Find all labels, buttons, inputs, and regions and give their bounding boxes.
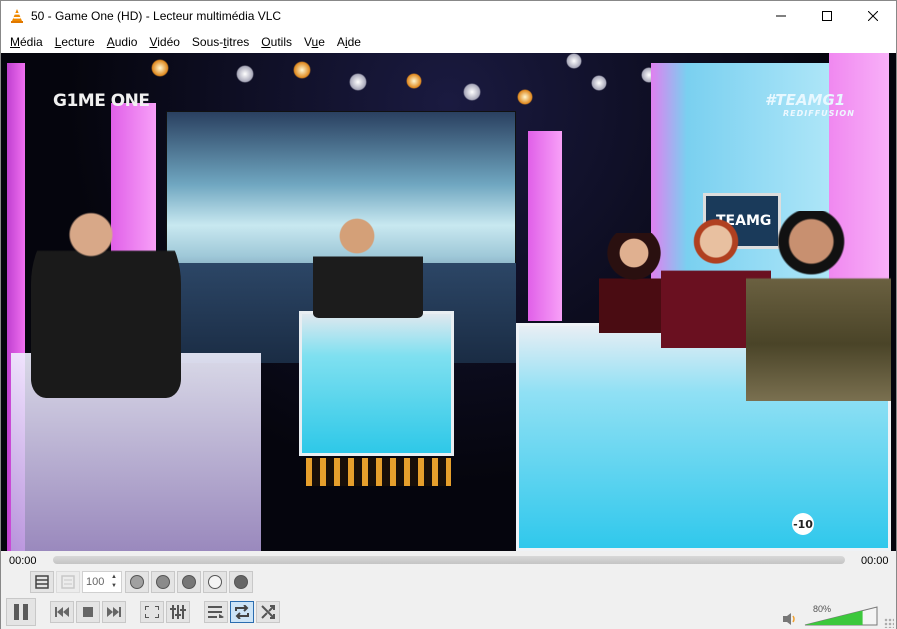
person-right-1 [599,233,669,333]
previous-button[interactable] [50,601,74,623]
window-title: 50 - Game One (HD) - Lecteur multimédia … [31,9,282,23]
speed-value: 100 [86,576,105,588]
title-bar: 50 - Game One (HD) - Lecteur multimédia … [1,1,896,31]
pause-button[interactable] [6,598,36,626]
pause-icon [14,604,28,620]
channel-logo: G1ME ONE [53,91,150,111]
menu-label: Vidéo [149,35,180,49]
person-center [313,218,423,318]
menu-label: Aide [336,35,361,49]
shuffle-icon [261,605,275,619]
snapshot-button[interactable] [151,571,175,593]
record-button[interactable] [125,571,149,593]
menu-tools[interactable]: Outils [255,31,298,53]
pink-pillar-center [528,131,562,321]
fullscreen-button[interactable] [140,601,164,623]
circle-icon [234,575,248,589]
next-button[interactable] [102,601,126,623]
ab-loop-icon [182,575,196,589]
stop-button[interactable] [76,601,100,623]
menu-view[interactable]: Vue [298,31,331,53]
resize-grip[interactable] [884,618,894,628]
fullscreen-icon [145,606,159,618]
stop-icon [83,607,93,617]
layout-icon [35,575,49,589]
person-right-3 [746,211,891,401]
snapshot-icon [156,575,170,589]
menu-audio[interactable]: Audio [101,31,144,53]
video-surface[interactable]: TEAMG G1ME ONE #TEAMG1 REDIFFUSION -10 [1,53,896,551]
speaker-button[interactable] [783,613,797,625]
frame-step-button[interactable] [203,571,227,593]
vlc-cone-icon [9,8,25,24]
extra-button[interactable] [229,571,253,593]
menu-bar: Média Lecture Audio Vidéo Sous-titres Ou… [1,31,896,53]
extended-settings-button[interactable] [166,601,190,623]
seek-slider[interactable] [53,556,845,564]
menu-lecture[interactable]: Lecture [49,31,101,53]
rebroadcast-overlay: REDIFFUSION [783,109,855,118]
spin-up-icon[interactable]: ▲ [108,573,120,582]
menu-help[interactable]: Aide [331,31,367,53]
controls-panel: 00:00 00:00 100 ▲ ▼ 80% [1,551,896,629]
extended-settings-icon [170,605,186,619]
ab-loop-button[interactable] [177,571,201,593]
close-button[interactable] [850,1,896,31]
layout-button[interactable] [30,571,54,593]
menu-label: Média [10,35,43,49]
floor-lights [306,458,451,486]
menu-media[interactable]: Média [4,31,49,53]
volume-slider[interactable] [804,606,878,626]
menu-label: Vue [303,35,325,49]
age-rating-badge: -10 [792,513,814,535]
playlist-disabled-icon [61,575,75,589]
frame-step-icon [208,575,222,589]
playlist-button[interactable] [204,601,228,623]
minimize-icon [776,15,786,17]
menu-label: Lecture [54,35,95,49]
next-icon [107,607,121,617]
spin-arrows[interactable]: ▲ ▼ [108,573,120,591]
record-icon [130,575,144,589]
total-time: 00:00 [861,555,889,567]
hashtag-overlay: #TEAMG1 [765,91,846,109]
menu-label: Sous-titres [191,35,250,49]
loop-button[interactable] [230,601,254,623]
playlist-toggle-button[interactable] [56,571,80,593]
shuffle-button[interactable] [256,601,280,623]
maximize-icon [822,11,832,21]
speed-spinbox[interactable]: 100 ▲ ▼ [82,571,122,593]
desk-center [299,311,454,456]
playlist-icon [208,606,224,618]
previous-icon [55,607,69,617]
maximize-button[interactable] [804,1,850,31]
menu-video[interactable]: Vidéo [143,31,185,53]
menu-label: Outils [261,35,292,49]
minimize-button[interactable] [758,1,804,31]
person-left [31,208,181,398]
close-icon [868,11,878,21]
spin-down-icon[interactable]: ▼ [108,582,120,591]
loop-icon [235,605,249,619]
menu-subtitles[interactable]: Sous-titres [186,31,255,53]
elapsed-time: 00:00 [9,555,37,567]
speaker-icon [783,613,795,625]
menu-label: Audio [106,35,138,49]
